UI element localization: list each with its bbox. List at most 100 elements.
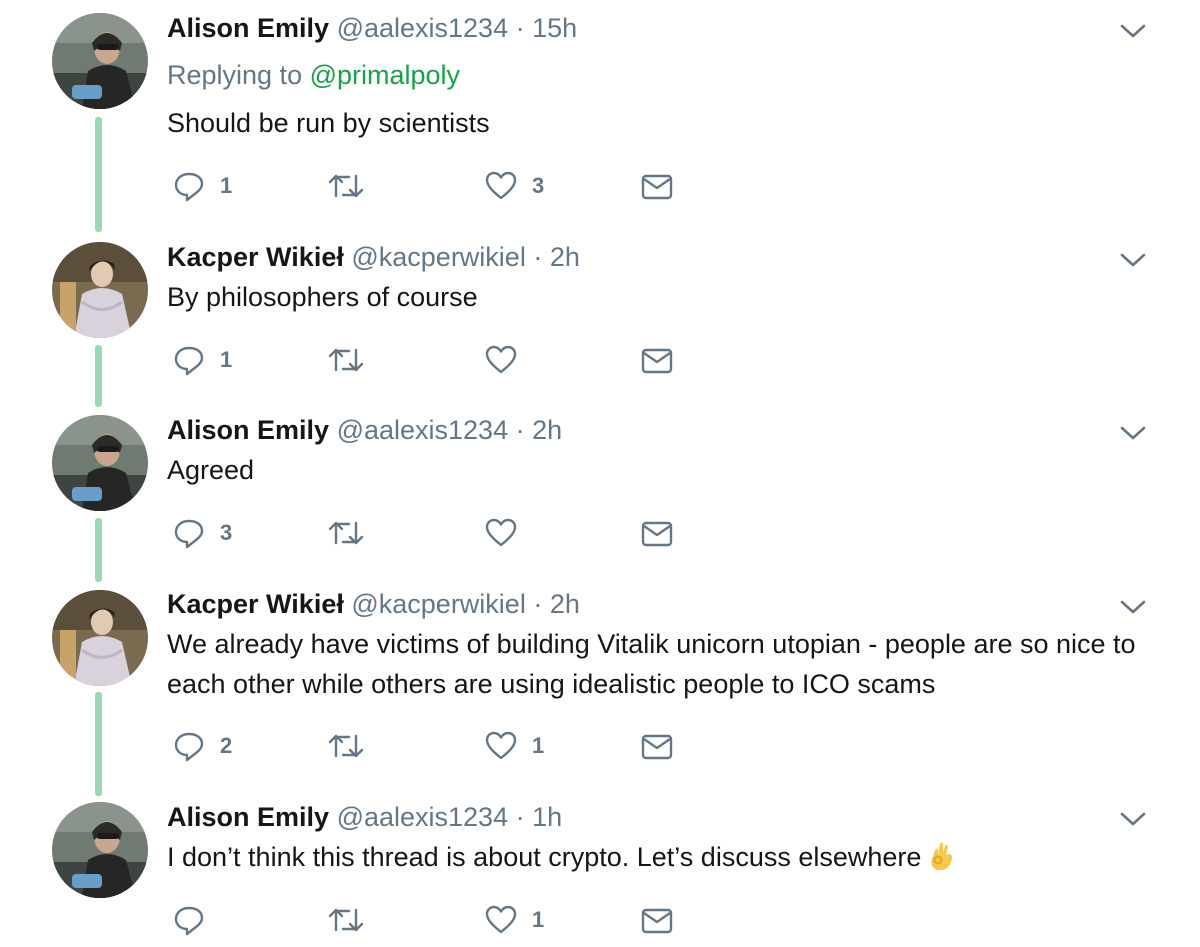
tweet-header: Alison Emily @aalexis1234 · 1h [167,800,562,834]
tweet-text-container: I don’t think this thread is about crypt… [167,837,1157,883]
direct-message-button[interactable] [640,728,674,764]
tweet[interactable]: Alison Emily @aalexis1234 · 15h Replying… [0,0,1200,230]
heart-icon [485,731,517,760]
replying-to-label: Replying to [167,60,303,90]
direct-message-button[interactable] [640,515,674,551]
reply-button[interactable] [172,902,220,938]
author-name[interactable]: Alison Emily [167,13,329,43]
tweet-timestamp[interactable]: 1h [532,802,562,832]
conversation-thread: Alison Emily @aalexis1234 · 15h Replying… [0,0,1200,947]
chevron-down-icon[interactable] [1118,596,1148,618]
heart-icon [485,905,517,934]
avatar[interactable] [52,415,148,511]
retweet-button[interactable] [327,902,379,938]
reply-button[interactable]: 1 [172,168,232,204]
mention-link[interactable]: @primalpoly [310,60,460,90]
tweet[interactable]: Kacper Wikieł @kacperwikiel · 2h By phil… [0,232,1200,404]
tweet-timestamp[interactable]: 15h [532,13,577,43]
retweet-button[interactable] [327,342,379,378]
tweet-text: By philosophers of course [167,282,478,312]
reply-icon [174,732,204,762]
reply-icon [174,519,204,549]
reply-icon [174,172,204,202]
like-count: 1 [532,733,545,758]
tweet[interactable]: Kacper Wikieł @kacperwikiel · 2h We alre… [0,580,1200,795]
heart-icon [485,345,517,374]
author-name[interactable]: Alison Emily [167,802,329,832]
separator-dot: · [515,415,525,445]
chevron-down-icon[interactable] [1118,249,1148,271]
tweet-actions: 1 [172,342,692,378]
chevron-down-icon[interactable] [1118,808,1148,830]
like-button[interactable]: 1 [484,728,544,764]
author-handle[interactable]: @aalexis1234 [337,802,509,832]
like-count: 3 [532,173,545,198]
direct-message-button[interactable] [640,168,674,204]
retweet-icon [328,734,364,758]
tweet-text: Should be run by scientists [167,108,490,138]
retweet-button[interactable] [327,168,379,204]
tweet-text: I don’t think this thread is about crypt… [167,842,922,872]
tweet-header: Kacper Wikieł @kacperwikiel · 2h [167,587,580,621]
retweet-icon [328,348,364,372]
reply-icon [174,346,204,376]
envelope-icon [641,521,673,547]
author-handle[interactable]: @aalexis1234 [337,13,509,43]
ok-hand-emoji-icon [927,840,957,883]
reply-count: 1 [220,347,233,372]
like-count: 1 [532,907,545,932]
envelope-icon [641,734,673,760]
author-name[interactable]: Kacper Wikieł [167,589,344,619]
heart-icon [485,518,517,547]
reply-count: 2 [220,733,233,758]
author-name[interactable]: Kacper Wikieł [167,242,344,272]
heart-icon [485,171,517,200]
separator-dot: · [533,589,543,619]
retweet-button[interactable] [327,515,379,551]
envelope-icon [641,174,673,200]
author-handle[interactable]: @kacperwikiel [351,242,525,272]
tweet-text: Agreed [167,455,255,485]
tweet-timestamp[interactable]: 2h [550,589,580,619]
direct-message-button[interactable] [640,342,674,378]
retweet-button[interactable] [327,728,379,764]
like-button[interactable] [484,515,532,551]
tweet[interactable]: Alison Emily @aalexis1234 · 1h I don’t t… [0,795,1200,947]
reply-icon [174,906,204,936]
author-handle[interactable]: @kacperwikiel [351,589,525,619]
envelope-icon [641,908,673,934]
tweet-actions: 1 3 [172,168,692,204]
avatar[interactable] [52,13,148,109]
retweet-icon [328,174,364,198]
tweet-actions: 3 [172,515,692,551]
replying-to-line: Replying to @primalpoly [167,58,460,92]
reply-count: 1 [220,173,233,198]
tweet-actions: 1 [172,902,692,938]
tweet[interactable]: Alison Emily @aalexis1234 · 2h Agreed 3 [0,405,1200,580]
chevron-down-icon[interactable] [1118,422,1148,444]
avatar[interactable] [52,242,148,338]
direct-message-button[interactable] [640,902,674,938]
author-handle[interactable]: @aalexis1234 [337,415,509,445]
tweet-timestamp[interactable]: 2h [550,242,580,272]
reply-button[interactable]: 3 [172,515,232,551]
tweet-timestamp[interactable]: 2h [532,415,562,445]
tweet-header: Alison Emily @aalexis1234 · 2h [167,413,562,447]
avatar[interactable] [52,802,148,898]
author-name[interactable]: Alison Emily [167,415,329,445]
retweet-icon [328,908,364,932]
chevron-down-icon[interactable] [1118,20,1148,42]
reply-button[interactable]: 1 [172,342,232,378]
avatar[interactable] [52,590,148,686]
like-button[interactable] [484,342,532,378]
tweet-actions: 2 1 [172,728,692,764]
tweet-header: Kacper Wikieł @kacperwikiel · 2h [167,240,580,274]
tweet-text: We already have victims of building Vita… [167,629,1136,699]
tweet-header: Alison Emily @aalexis1234 · 15h [167,11,577,45]
like-button[interactable]: 1 [484,902,544,938]
reply-button[interactable]: 2 [172,728,232,764]
reply-count: 3 [220,520,233,545]
separator-dot: · [515,13,525,43]
like-button[interactable]: 3 [484,168,544,204]
separator-dot: · [533,242,543,272]
